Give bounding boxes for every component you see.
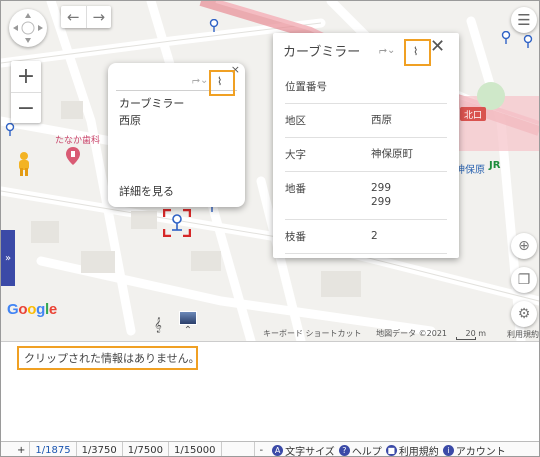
info-window: × ⮣⌄ ⌇ カーブミラー 西原 詳細を見る	[108, 63, 245, 207]
clip-info-area: クリップされた情報はありません。	[1, 341, 539, 441]
google-logo: Google	[7, 301, 57, 318]
paperclip-icon[interactable]: ⌇	[413, 45, 418, 58]
jr-logo: JR	[489, 160, 501, 171]
scale-minus-button[interactable]: -	[253, 442, 269, 456]
street-view-pegman-icon[interactable]	[13, 151, 35, 177]
detail-value	[371, 70, 447, 103]
layers-icon[interactable]: ❐	[511, 267, 537, 293]
dental-clinic-label: たなか歯科	[55, 136, 101, 146]
scale-bar	[456, 337, 476, 340]
poi-marker-icon[interactable]	[66, 147, 80, 165]
detail-panel: カーブミラー ⮣⌄ ⌇ ✕ 位置番号 地区 西原 大字 神保原町 地番 299 …	[273, 33, 459, 258]
clip-highlight: ⌇	[404, 39, 431, 66]
pan-arrows-icon	[13, 13, 43, 43]
detail-key: 枝番	[285, 231, 306, 243]
font-size-link[interactable]: A 文字サイズ	[272, 443, 335, 456]
satellite-toggle[interactable]: ⌃	[179, 311, 197, 339]
scale-option[interactable]: 1/7500	[123, 442, 169, 456]
terms-icon: ■	[385, 444, 397, 456]
station-label: 神保原	[455, 165, 485, 176]
hamburger-menu-icon[interactable]: ☰	[511, 7, 537, 33]
detail-row: 枝番 2	[285, 220, 447, 254]
detail-value: 299 299	[371, 182, 392, 208]
account-icon: i	[442, 444, 454, 456]
scale-option[interactable]: 1/15000	[169, 442, 222, 456]
chevron-up-icon: ⌃	[183, 325, 193, 336]
app-window: たなか歯科 北口 神保原 JR ← → + − ☰ ⊕ ❐ ⚙ 𝄞 ⌃ Goog…	[0, 0, 540, 457]
detail-row: 地番 299 299	[285, 172, 447, 220]
zoom-control: + −	[11, 61, 41, 123]
share-route-icon[interactable]: ⮣⌄	[379, 45, 395, 56]
no-clip-message: クリップされた情報はありません。	[17, 346, 200, 370]
scale-option[interactable]: 1/3750	[77, 442, 123, 456]
satellite-thumbnail	[179, 311, 197, 325]
map-data-label: 地図データ ©2021	[376, 329, 447, 338]
history-nav: ← →	[61, 6, 111, 28]
zoom-in-button[interactable]: +	[11, 61, 41, 92]
locate-icon[interactable]: ⊕	[511, 233, 537, 259]
info-window-title: カーブミラー	[119, 97, 185, 110]
side-panel-toggle[interactable]: »	[1, 230, 15, 286]
detail-key: 地区	[285, 115, 306, 127]
status-bar: + 1/1875 1/3750 1/7500 1/15000 - A 文字サイズ …	[1, 441, 539, 456]
share-route-icon[interactable]: ⮣⌄	[192, 75, 208, 86]
close-icon[interactable]: ✕	[430, 36, 445, 57]
mirror-pin-icon[interactable]	[501, 31, 511, 45]
scale-option[interactable]: 1/1875	[30, 442, 77, 456]
settings-gear-icon[interactable]: ⚙	[511, 301, 537, 327]
status-spacer	[222, 442, 254, 456]
help-icon: ?	[338, 444, 350, 456]
view-details-link[interactable]: 詳細を見る	[119, 183, 174, 199]
detail-table: 位置番号 地区 西原 大字 神保原町 地番 299 299 枝番 2	[285, 70, 447, 254]
zoom-out-button[interactable]: −	[11, 92, 41, 123]
mirror-pin-icon[interactable]	[209, 19, 219, 33]
mirror-pin-icon[interactable]	[523, 35, 533, 49]
pan-control[interactable]	[9, 9, 47, 47]
detail-row: 大字 神保原町	[285, 138, 447, 172]
selected-mirror-marker[interactable]	[163, 209, 191, 237]
terms-link[interactable]: 利用規約	[507, 329, 539, 340]
detail-row: 地区 西原	[285, 104, 447, 138]
detail-value: 2	[371, 230, 378, 242]
detail-key: 位置番号	[285, 81, 327, 93]
paperclip-icon[interactable]: ⌇	[217, 75, 222, 88]
detail-value: 西原	[371, 114, 392, 126]
font-size-icon: A	[272, 444, 284, 456]
arrow-right-icon[interactable]: →	[85, 6, 112, 28]
north-exit-label: 北口	[460, 107, 486, 121]
detail-key: 大字	[285, 149, 306, 161]
paperclip-icon[interactable]: 𝄞	[149, 313, 167, 337]
scale-plus-button[interactable]: +	[1, 442, 31, 456]
map-canvas[interactable]: たなか歯科 北口 神保原 JR ← → + − ☰ ⊕ ❐ ⚙ 𝄞 ⌃ Goog…	[1, 1, 539, 341]
detail-value: 神保原町	[371, 148, 413, 160]
detail-row: 位置番号	[285, 70, 447, 104]
keyboard-shortcuts-link[interactable]: キーボード ショートカット	[263, 329, 362, 338]
help-link[interactable]: ? ヘルプ	[338, 443, 382, 456]
clip-highlight: ⌇	[209, 70, 235, 96]
mirror-pin-icon[interactable]	[5, 123, 15, 137]
account-link[interactable]: i アカウント	[442, 443, 506, 456]
info-window-subtitle: 西原	[119, 114, 141, 127]
detail-key: 地番	[285, 183, 306, 195]
detail-title: カーブミラー	[283, 45, 361, 60]
terms-of-use-link[interactable]: ■ 利用規約	[385, 443, 439, 456]
arrow-left-icon[interactable]: ←	[61, 6, 86, 28]
